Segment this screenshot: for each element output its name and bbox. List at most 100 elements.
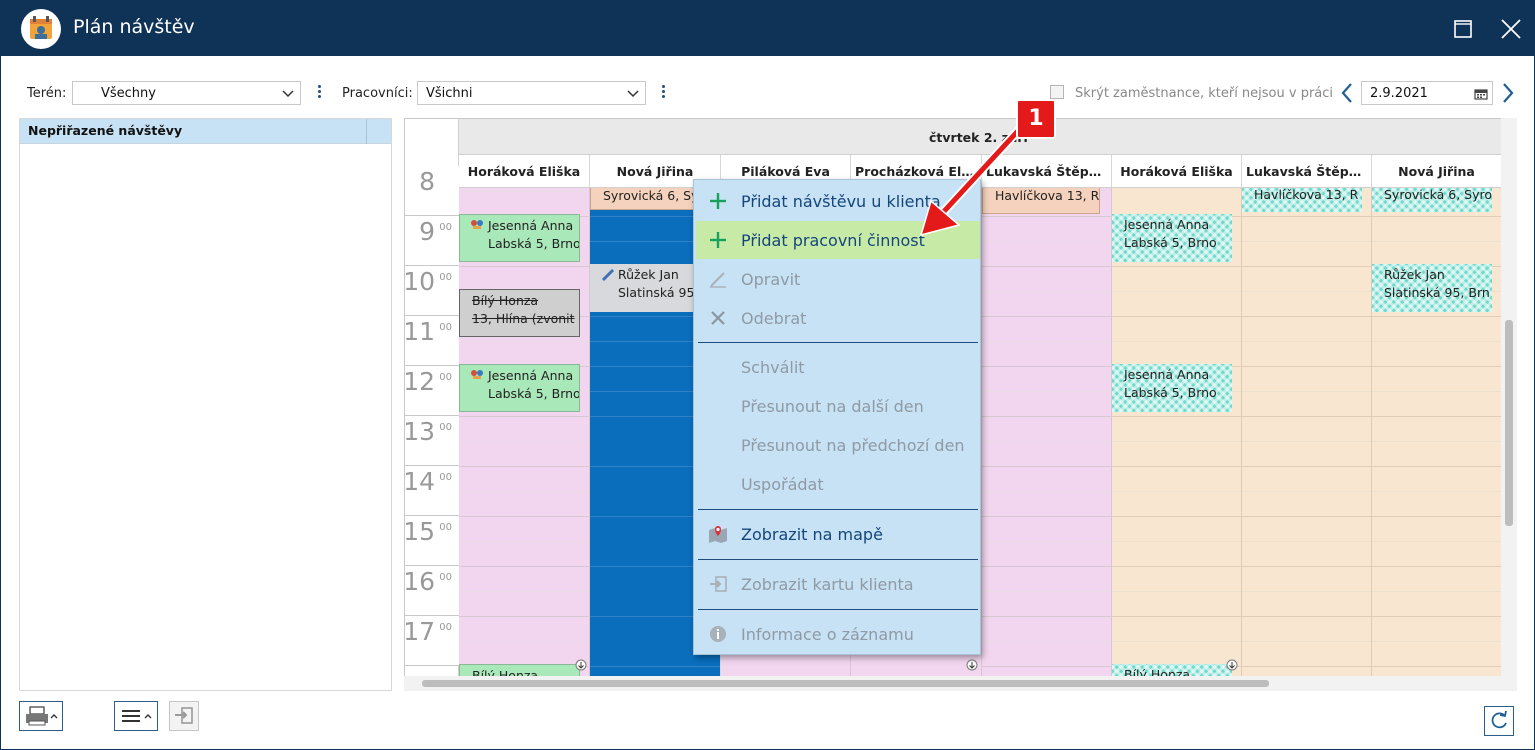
menu-button[interactable] bbox=[114, 701, 158, 731]
horizontal-scrollbar[interactable] bbox=[404, 676, 1501, 691]
menu-item-label: Přesunout na předchozí den bbox=[741, 436, 965, 455]
teren-more-icon[interactable] bbox=[316, 83, 322, 103]
column-header[interactable]: Nová Jiřina bbox=[1372, 155, 1502, 188]
menu-item-move-next[interactable]: Přesunout na další den bbox=[696, 387, 980, 425]
open-card-button[interactable] bbox=[169, 701, 199, 731]
date-input[interactable]: 2.9.2021 bbox=[1361, 81, 1493, 105]
hamburger-icon bbox=[122, 710, 152, 722]
scroll-down-icon[interactable] bbox=[575, 659, 587, 671]
pencil-icon bbox=[710, 272, 726, 288]
hour-label: 14 00 bbox=[405, 466, 459, 516]
menu-item-label: Přesunout na další den bbox=[741, 397, 924, 416]
menu-item-show-card[interactable]: Zobrazit kartu klienta bbox=[696, 565, 980, 603]
time-axis: 8 9 00 10 00 11 00 12 00 13 00 14 00 15 00 16 00… bbox=[405, 166, 459, 678]
handshake-icon bbox=[471, 370, 483, 379]
next-day-button[interactable] bbox=[1497, 82, 1517, 104]
menu-item-label: Zobrazit na mapě bbox=[741, 525, 883, 544]
column-header-label: Lukavská Štěpá... bbox=[1246, 164, 1371, 179]
maximize-button[interactable] bbox=[1445, 11, 1481, 47]
visit-event[interactable]: Jesenná Anna Labská 5, Brno bbox=[1112, 214, 1232, 262]
column-header-label: Horáková Eliška bbox=[1120, 164, 1233, 179]
day-column[interactable]: Jesenná Anna Labská 5, Brno Bílý Honza 13,… bbox=[459, 188, 590, 678]
plus-icon bbox=[710, 193, 726, 209]
column-header[interactable]: Horáková Eliška bbox=[459, 155, 590, 188]
calendar-picker-icon[interactable] bbox=[1474, 88, 1488, 100]
print-button[interactable] bbox=[19, 701, 63, 731]
visit-event[interactable]: Bílý Honza 13, Hlína (zvonit bbox=[459, 289, 580, 337]
workers-more-icon[interactable] bbox=[660, 83, 666, 103]
column-header-label: Nová Jiřina bbox=[616, 164, 694, 179]
unassigned-visits-header: Nepřiřazené návštěvy bbox=[20, 119, 391, 144]
scroll-down-icon[interactable] bbox=[966, 659, 978, 671]
app-window: Plán návštěv Terén: Všechny Pracovníci: … bbox=[0, 0, 1535, 750]
column-header-label: Nová Jiřina bbox=[1398, 164, 1475, 179]
vertical-scrollbar[interactable] bbox=[1501, 118, 1517, 691]
close-button[interactable] bbox=[1493, 11, 1529, 47]
menu-separator bbox=[698, 609, 978, 610]
hour-label: 16 00 bbox=[405, 566, 459, 616]
column-header[interactable]: Horáková Eliška bbox=[1112, 155, 1242, 188]
hour-label: 17 00 bbox=[405, 616, 459, 666]
teren-select[interactable]: Všechny bbox=[72, 81, 301, 105]
visit-event[interactable]: Růžek Jan Slatinská 95, Brn bbox=[1372, 264, 1492, 312]
refresh-icon bbox=[1491, 710, 1507, 729]
hour-label: 9 00 bbox=[405, 216, 459, 266]
workers-value: Všichni bbox=[426, 86, 473, 101]
menu-item-label: Informace o záznamu bbox=[741, 625, 914, 644]
hour-label: 13 00 bbox=[405, 416, 459, 466]
teren-value: Všechny bbox=[101, 86, 156, 101]
menu-item-arrange[interactable]: Uspořádat bbox=[696, 465, 980, 503]
workers-label: Pracovníci: bbox=[342, 86, 413, 101]
prev-day-button[interactable] bbox=[1338, 82, 1358, 104]
pencil-icon bbox=[601, 268, 615, 282]
menu-item-show-map[interactable]: Zobrazit na mapě bbox=[696, 515, 980, 553]
menu-item-label: Uspořádat bbox=[741, 475, 824, 494]
chevron-down-icon bbox=[627, 90, 639, 98]
menu-item-label: Schválit bbox=[741, 358, 805, 377]
menu-item-label: Opravit bbox=[741, 270, 801, 289]
visit-event[interactable]: Syrovická 6, Syro bbox=[1372, 188, 1492, 212]
day-column[interactable]: Syrovická 6, Syro Růžek Jan Slatinská 95,… bbox=[1372, 188, 1502, 678]
chevron-left-icon bbox=[1341, 83, 1352, 103]
scroll-down-icon[interactable] bbox=[1226, 659, 1238, 671]
map-pin-icon bbox=[709, 526, 727, 543]
refresh-button[interactable] bbox=[1484, 706, 1514, 736]
column-header-label: Piláková Eva bbox=[741, 164, 830, 179]
open-card-icon bbox=[710, 576, 727, 592]
hide-employees-checkbox[interactable] bbox=[1050, 85, 1064, 99]
date-value: 2.9.2021 bbox=[1370, 86, 1428, 101]
open-card-icon bbox=[175, 707, 193, 724]
hour-label: 11 00 bbox=[405, 316, 459, 366]
menu-item-label: Přidat pracovní činnost bbox=[741, 231, 925, 250]
hour-label: 8 bbox=[405, 166, 459, 216]
menu-item-info[interactable]: Informace o záznamu bbox=[696, 615, 980, 653]
hour-label: 15 00 bbox=[405, 516, 459, 566]
handshake-icon bbox=[471, 220, 483, 229]
callout-badge: 1 bbox=[1016, 99, 1056, 139]
vertical-scroll-thumb[interactable] bbox=[1505, 320, 1513, 526]
teren-label: Terén: bbox=[27, 86, 67, 101]
day-column[interactable]: Havlíčkova 13, R bbox=[1242, 188, 1372, 678]
close-icon bbox=[711, 311, 725, 325]
column-header[interactable]: Lukavská Štěpá... bbox=[1242, 155, 1372, 188]
menu-item-move-prev[interactable]: Přesunout na předchozí den bbox=[696, 426, 980, 464]
day-column[interactable]: Jesenná Anna Labská 5, Brno Jesenná Anna L… bbox=[1112, 188, 1242, 678]
column-header-label: Horáková Eliška bbox=[467, 164, 581, 179]
unassigned-visits-title: Nepřiřazené návštěvy bbox=[28, 123, 183, 138]
menu-item-approve[interactable]: Schválit bbox=[696, 348, 980, 386]
menu-item-label: Odebrat bbox=[741, 309, 807, 328]
menu-item-remove[interactable]: Odebrat bbox=[696, 299, 980, 337]
title-bar: Plán návštěv bbox=[1, 1, 1535, 56]
day-column[interactable]: Havlíčkova 13, R bbox=[982, 188, 1112, 678]
calendar-icon bbox=[21, 9, 61, 49]
unassigned-visits-panel[interactable]: Nepřiřazené návštěvy bbox=[19, 118, 392, 691]
menu-separator bbox=[698, 342, 978, 343]
horizontal-scroll-thumb[interactable] bbox=[422, 680, 1269, 687]
info-icon bbox=[710, 626, 726, 642]
workers-select[interactable]: Všichni bbox=[417, 81, 646, 105]
printer-icon bbox=[26, 706, 58, 726]
menu-item-edit[interactable]: Opravit bbox=[696, 260, 980, 298]
visit-event[interactable]: Jesenná Anna Labská 5, Brno bbox=[1112, 364, 1232, 412]
hide-employees-label: Skrýt zaměstnance, kteří nejsou v práci bbox=[1075, 86, 1334, 101]
visit-event[interactable]: Havlíčkova 13, R bbox=[1242, 188, 1362, 212]
